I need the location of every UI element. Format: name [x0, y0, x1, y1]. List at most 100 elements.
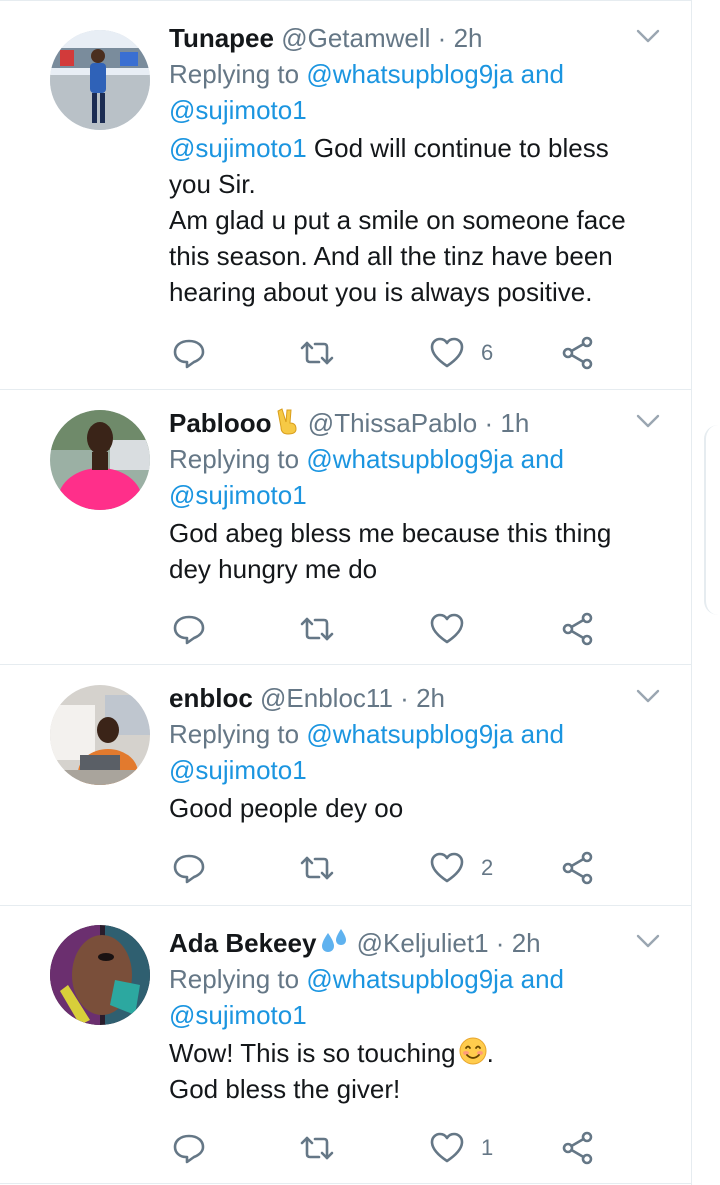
user-handle[interactable]: @ThissaPablo: [308, 408, 477, 438]
tweet-actions: [169, 609, 609, 649]
reply-icon: [169, 1128, 209, 1168]
timestamp[interactable]: 2h: [512, 928, 541, 958]
reply-button[interactable]: [169, 848, 209, 888]
reply-mention[interactable]: @whatsupblog9ja: [306, 964, 513, 994]
like-button[interactable]: [427, 609, 481, 649]
share-icon: [558, 609, 598, 649]
top-border: [0, 0, 692, 1]
reply-mention[interactable]: @whatsupblog9ja: [306, 444, 513, 474]
avatar[interactable]: [50, 925, 150, 1025]
display-name[interactable]: Tunapee: [169, 23, 274, 53]
tweet-header: Pablooo @ThissaPablo · 1h: [169, 405, 652, 441]
tweet-card[interactable]: Ada Bekeey @Keljuliet1 · 2h Replying to …: [0, 925, 692, 1175]
display-name[interactable]: enbloc: [169, 683, 253, 713]
like-count: 2: [481, 855, 494, 880]
reply-button[interactable]: [169, 333, 209, 373]
tweet-card[interactable]: Pablooo @ThissaPablo · 1h Replying to @w…: [0, 405, 692, 660]
tweet-actions: 1: [169, 1128, 609, 1168]
tweet-body: God abeg bless me because this thing dey…: [169, 515, 652, 587]
timestamp[interactable]: 2h: [416, 683, 445, 713]
like-icon: [427, 609, 467, 649]
victory-hand-emoji: [277, 408, 297, 435]
tweet-card[interactable]: enbloc @Enbloc11 · 2h Replying to @whats…: [0, 680, 692, 900]
share-button[interactable]: [558, 333, 598, 373]
body-line: Wow! This is so touching: [169, 1038, 456, 1068]
user-handle[interactable]: @Getamwell: [281, 23, 430, 53]
share-icon: [558, 333, 598, 373]
body-mention[interactable]: @sujimoto1: [169, 133, 307, 163]
chevron-down-icon[interactable]: [634, 686, 662, 706]
smiling-face-emoji: [459, 1037, 487, 1065]
share-button[interactable]: [558, 609, 598, 649]
reply-mention[interactable]: @sujimoto1: [169, 1000, 307, 1030]
reply-mention[interactable]: @whatsupblog9ja: [306, 59, 513, 89]
tweet-body: Wow! This is so touching. God bless the …: [169, 1035, 652, 1107]
avatar[interactable]: [50, 685, 150, 785]
like-button[interactable]: 2: [427, 848, 493, 888]
like-icon: [427, 1128, 467, 1168]
body-line-suffix: .: [486, 1038, 494, 1068]
tweet-card[interactable]: Tunapee @Getamwell · 2h Replying to @wha…: [0, 20, 692, 380]
tweet-body: @sujimoto1 God will continue to bless yo…: [169, 130, 652, 310]
body-line: Good people dey oo: [169, 793, 404, 823]
tweet-divider: [0, 664, 692, 665]
retweet-button[interactable]: [297, 609, 337, 649]
chevron-down-icon[interactable]: [634, 26, 662, 46]
tweet-header: enbloc @Enbloc11 · 2h: [169, 680, 652, 716]
retweet-button[interactable]: [297, 848, 337, 888]
reply-icon: [169, 848, 209, 888]
replying-and: and: [520, 964, 565, 994]
user-handle[interactable]: @Keljuliet1: [357, 928, 489, 958]
display-name[interactable]: Pablooo: [169, 408, 272, 438]
like-button[interactable]: 1: [427, 1128, 493, 1168]
reply-button[interactable]: [169, 1128, 209, 1168]
user-handle[interactable]: @Enbloc11: [260, 683, 393, 713]
retweet-button[interactable]: [297, 1128, 337, 1168]
like-icon: [427, 848, 467, 888]
share-icon: [558, 848, 598, 888]
avatar[interactable]: [50, 30, 150, 130]
like-count: 1: [481, 1135, 494, 1160]
separator-dot: ·: [495, 928, 505, 958]
tweet-header: Ada Bekeey @Keljuliet1 · 2h: [169, 925, 652, 961]
body-line: you Sir.: [169, 169, 256, 199]
reply-button[interactable]: [169, 609, 209, 649]
replying-to-label: Replying to: [169, 444, 300, 474]
retweet-icon: [297, 1128, 337, 1168]
replying-to-label: Replying to: [169, 59, 300, 89]
replying-to: Replying to @whatsupblog9ja and @sujimot…: [169, 716, 652, 788]
separator-dot: ·: [400, 683, 409, 713]
scroll-indicator[interactable]: [704, 425, 720, 615]
tweet-body: Good people dey oo: [169, 790, 652, 826]
like-button[interactable]: 6: [427, 333, 493, 373]
chevron-down-icon[interactable]: [634, 931, 662, 951]
retweet-button[interactable]: [297, 333, 337, 373]
timestamp[interactable]: 2h: [454, 23, 483, 53]
droplets-emoji: [322, 929, 347, 952]
share-button[interactable]: [558, 848, 598, 888]
reply-mention[interactable]: @sujimoto1: [169, 755, 307, 785]
separator-dot: ·: [484, 408, 494, 438]
tweet-actions: 2: [169, 848, 609, 888]
reply-mention[interactable]: @whatsupblog9ja: [306, 719, 513, 749]
timestamp[interactable]: 1h: [500, 408, 529, 438]
display-name[interactable]: Ada Bekeey: [169, 928, 316, 958]
tweet-divider: [0, 905, 692, 906]
body-line: God bless the giver!: [169, 1074, 401, 1104]
tweet-header: Tunapee @Getamwell · 2h: [169, 20, 652, 56]
share-button[interactable]: [558, 1128, 598, 1168]
body-line: God will continue to bless: [306, 133, 609, 163]
chevron-down-icon[interactable]: [634, 411, 662, 431]
avatar[interactable]: [50, 410, 150, 510]
replying-and: and: [520, 719, 565, 749]
tweet-divider: [0, 389, 692, 390]
reply-mention[interactable]: @sujimoto1: [169, 95, 307, 125]
reply-icon: [169, 609, 209, 649]
body-line: hearing about you is always positive.: [169, 277, 593, 307]
like-count: 6: [481, 340, 494, 365]
replying-to: Replying to @whatsupblog9ja and @sujimot…: [169, 961, 652, 1033]
replying-to: Replying to @whatsupblog9ja and @sujimot…: [169, 56, 652, 128]
reply-mention[interactable]: @sujimoto1: [169, 480, 307, 510]
body-line: Am glad u put a smile on someone face: [169, 205, 626, 235]
share-icon: [558, 1128, 598, 1168]
